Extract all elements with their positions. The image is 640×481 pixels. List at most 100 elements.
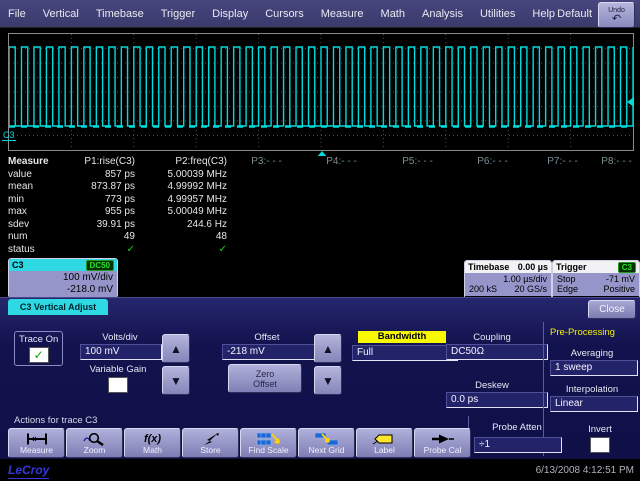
action-button-next-grid[interactable]: Next Grid	[298, 428, 355, 458]
measure-cell	[306, 219, 382, 232]
menu-item-math[interactable]: Math	[381, 8, 405, 20]
measure-cell	[232, 231, 306, 244]
measure-cell	[532, 194, 598, 207]
graticule	[8, 33, 634, 151]
probe-atten-field[interactable]: ÷1	[474, 437, 562, 453]
measure-cell: 49	[70, 231, 140, 244]
menu-item-analysis[interactable]: Analysis	[422, 8, 463, 20]
offset-field[interactable]: -218 mV	[222, 344, 316, 360]
measure-cell	[232, 219, 306, 232]
trigger-source-badge: C3	[618, 262, 636, 273]
measure-caliper-icon	[25, 432, 49, 446]
measure-cell: 48	[140, 231, 232, 244]
action-button-label[interactable]: Label	[356, 428, 413, 458]
measure-cell	[382, 206, 458, 219]
measure-row-label: max	[0, 206, 70, 219]
variable-gain-label: Variable Gain	[76, 364, 160, 375]
coupling-label: Coupling	[450, 332, 534, 343]
measure-cell	[598, 231, 640, 244]
action-button-find-scale[interactable]: Find Scale	[240, 428, 297, 458]
trigger-descriptor-box[interactable]: Trigger C3 Stop -71 mV Edge Positive	[552, 260, 640, 299]
status-bar: LeCroy 6/13/2008 4:12:51 PM	[0, 459, 640, 481]
offset-down-button[interactable]: ▼	[314, 366, 342, 395]
trace-on-label: Trace On	[19, 334, 58, 345]
measure-cell	[458, 169, 532, 182]
label-tag-icon	[372, 432, 398, 446]
deskew-label: Deskew	[450, 380, 534, 391]
trace-on-checkbox[interactable]: Trace On ✓	[14, 331, 63, 366]
interpolation-field[interactable]: Linear	[550, 396, 638, 412]
action-button-math[interactable]: f(x)Math	[124, 428, 181, 458]
trigger-slope: Positive	[603, 284, 635, 294]
probe-atten-label: Probe Atten	[476, 422, 558, 433]
store-arrow-icon	[199, 432, 223, 446]
invert-checkbox[interactable]	[590, 437, 610, 453]
timebase-descriptor-box[interactable]: Timebase 0.00 µs 1.00 µs/div 200 kS 20 G…	[464, 260, 552, 299]
measure-cell	[532, 181, 598, 194]
action-button-measure[interactable]: Measure	[8, 428, 65, 458]
measure-cell	[232, 169, 306, 182]
measure-cell	[382, 194, 458, 207]
find-scale-icon	[256, 432, 282, 446]
averaging-field[interactable]: 1 sweep	[550, 360, 638, 376]
measure-column-header: P4:- - -	[306, 156, 382, 169]
channel-descriptor-box[interactable]: C3 DC50 100 mV/div -218.0 mV	[8, 258, 118, 298]
menu-item-utilities[interactable]: Utilities	[480, 8, 515, 20]
measure-cell	[598, 181, 640, 194]
measure-column-header: P1:rise(C3)	[70, 156, 140, 169]
action-button-label: Label	[374, 446, 395, 455]
action-button-store[interactable]: Store	[182, 428, 239, 458]
tab-c3-vertical-adjust[interactable]: C3 Vertical Adjust	[8, 299, 108, 315]
default-setup-button[interactable]: Default	[557, 8, 592, 20]
offset-up-button[interactable]: ▲	[314, 334, 342, 363]
vertical-adjust-dialog: C3 Vertical Adjust Close Trace On ✓ Volt…	[0, 297, 640, 460]
measure-cell	[232, 194, 306, 207]
volts-div-down-button[interactable]: ▼	[162, 366, 190, 395]
action-button-probe-cal[interactable]: Probe Cal	[414, 428, 471, 458]
measure-cell: 4.99992 MHz	[140, 181, 232, 194]
menu-item-help[interactable]: Help	[532, 8, 555, 20]
close-button[interactable]: Close	[588, 300, 636, 319]
coupling-field[interactable]: DC50Ω	[446, 344, 548, 360]
channel-offset: -218.0 mV	[13, 284, 113, 296]
averaging-label: Averaging	[552, 348, 632, 359]
trace-on-checkmark-icon: ✓	[29, 347, 49, 363]
channel-name: C3	[12, 260, 24, 270]
variable-gain-checkbox[interactable]	[108, 377, 128, 393]
measure-cell	[232, 244, 306, 257]
zero-offset-button[interactable]: Zero Offset	[228, 364, 302, 393]
menu-item-trigger[interactable]: Trigger	[161, 8, 195, 20]
channel-trace-label[interactable]: C3	[2, 130, 16, 141]
menu-item-measure[interactable]: Measure	[321, 8, 364, 20]
action-button-label: Find Scale	[248, 446, 288, 455]
measure-column-header: P6:- - -	[458, 156, 532, 169]
menu-item-display[interactable]: Display	[212, 8, 248, 20]
volts-div-up-button[interactable]: ▲	[162, 334, 190, 363]
menu-item-file[interactable]: File	[8, 8, 26, 20]
undo-button[interactable]: Undo ↶	[598, 2, 635, 28]
measure-cell	[382, 231, 458, 244]
measure-row-label: value	[0, 169, 70, 182]
timebase-samples: 200 kS	[469, 284, 497, 294]
measure-cell	[232, 206, 306, 219]
action-button-label: Store	[200, 446, 220, 455]
menu-item-timebase[interactable]: Timebase	[96, 8, 144, 20]
timebase-position: 0.00 µs	[518, 262, 548, 272]
action-button-label: Next Grid	[309, 446, 345, 455]
next-grid-icon	[314, 432, 340, 446]
action-button-zoom[interactable]: Zoom	[66, 428, 123, 458]
measure-cell	[382, 181, 458, 194]
measure-cell	[306, 194, 382, 207]
measure-cell	[458, 194, 532, 207]
volts-div-field[interactable]: 100 mV	[80, 344, 162, 360]
section-divider	[543, 322, 544, 456]
menu-item-cursors[interactable]: Cursors	[265, 8, 304, 20]
deskew-field[interactable]: 0.0 ps	[446, 392, 548, 408]
menu-item-vertical[interactable]: Vertical	[43, 8, 79, 20]
measure-cell	[598, 244, 640, 257]
bandwidth-field[interactable]: Full	[352, 345, 458, 361]
measure-row-label: num	[0, 231, 70, 244]
down-arrow-icon: ▼	[322, 374, 334, 388]
bandwidth-label: Bandwidth	[358, 331, 446, 343]
trigger-level-marker-icon[interactable]	[627, 97, 634, 107]
